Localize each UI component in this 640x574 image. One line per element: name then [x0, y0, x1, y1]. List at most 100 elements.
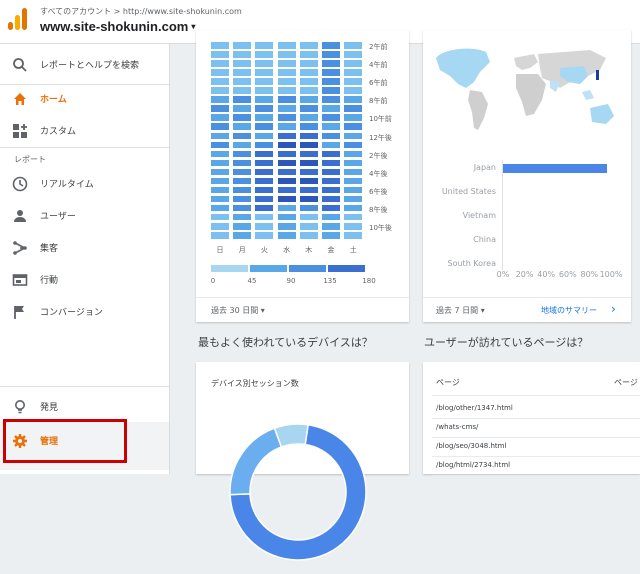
country-label: South Korea — [447, 259, 496, 268]
sidebar-item-label: カスタム — [40, 127, 77, 137]
heatmap-cell — [233, 60, 252, 67]
sidebar-item-custom[interactable]: カスタム — [0, 118, 169, 144]
page-link[interactable]: /whats-cms/ — [436, 423, 478, 431]
heatmap-cell — [255, 96, 274, 103]
heatmap-cell — [277, 141, 296, 149]
sidebar-item-conversions[interactable]: コンバージョン — [0, 299, 169, 325]
heatmap-cell — [233, 168, 252, 176]
donut-slice — [229, 427, 283, 496]
heatmap-cell — [344, 223, 363, 230]
country-label: Japan — [473, 163, 496, 172]
heatmap-cell — [211, 213, 229, 221]
heatmap-cell — [277, 195, 296, 203]
heatmap-cell — [233, 232, 252, 239]
heatmap-cell — [299, 96, 318, 103]
heatmap-cell — [277, 186, 296, 194]
heatmap-cell — [344, 87, 363, 94]
sidebar-item-realtime[interactable]: リアルタイム — [0, 171, 169, 197]
heatmap-cell — [322, 69, 340, 76]
divider — [423, 297, 631, 298]
heatmap-cell — [233, 87, 252, 94]
heatmap-cell — [299, 204, 318, 212]
heatmap-day-label: 月 — [238, 246, 246, 254]
country-label: Vietnam — [462, 211, 496, 220]
heatmap-cell — [233, 78, 252, 85]
heatmap-cell — [277, 232, 296, 239]
heatmap-cell — [277, 114, 296, 121]
heatmap-cell — [322, 114, 340, 121]
account-dropdown-icon[interactable]: ▾ — [191, 22, 195, 31]
divider — [432, 437, 640, 438]
heatmap-cell — [344, 213, 363, 221]
heatmap-cell — [277, 123, 296, 130]
clock-icon — [12, 176, 28, 192]
account-name[interactable]: www.site-shokunin.com — [40, 19, 188, 34]
heatmap-row-label: 10午後 — [369, 224, 392, 232]
legend-swatch — [211, 265, 248, 272]
breadcrumb[interactable]: すべてのアカウント > http://www.site-shokunin.com — [40, 6, 242, 17]
sidebar-item-discover[interactable]: 発見 — [0, 394, 169, 420]
legend-swatch — [328, 265, 365, 272]
page-link[interactable]: /blog/seo/3048.html — [436, 442, 506, 450]
page-link[interactable]: /blog/html/2734.html — [436, 461, 510, 469]
chevron-right-icon[interactable]: › — [611, 302, 616, 316]
sidebar-item-acquisition[interactable]: 集客 — [0, 235, 169, 261]
highlight-box — [3, 419, 127, 463]
sidebar-item-label: リアルタイム — [40, 180, 94, 190]
heatmap-cell — [233, 159, 252, 167]
heatmap-row-label: 2午前 — [369, 43, 388, 51]
person-icon — [14, 210, 26, 222]
legend-swatch — [250, 265, 287, 272]
search-icon — [13, 58, 27, 72]
heatmap-cell — [344, 114, 363, 121]
heatmap-cell — [299, 87, 318, 94]
heatmap-cell — [322, 223, 340, 230]
world-map — [436, 48, 614, 130]
heatmap-cell — [299, 150, 318, 158]
heatmap-cell — [344, 204, 363, 212]
heatmap-cell — [322, 150, 340, 158]
heatmap-cell — [299, 69, 318, 76]
breadcrumb-property[interactable]: http://www.site-shokunin.com — [123, 7, 242, 16]
heatmap-day-label: 木 — [305, 246, 313, 254]
heatmap-day-label: 土 — [349, 246, 357, 254]
pages-column-header-2: ページ — [614, 378, 638, 387]
heatmap-cell — [299, 159, 318, 167]
heatmap-date-range-dropdown[interactable]: 過去 30 日間 ▾ — [211, 305, 265, 316]
page-link[interactable]: /blog/other/1347.html — [436, 404, 513, 412]
heatmap-cell — [255, 168, 274, 176]
sidebar-item-home[interactable]: ホーム — [0, 86, 169, 112]
flag-icon — [14, 306, 24, 319]
sidebar-search-label[interactable]: レポートとヘルプを検索 — [40, 58, 139, 71]
heatmap-cell — [277, 168, 296, 176]
heatmap-cell — [277, 60, 296, 67]
geo-summary-link[interactable]: 地域のサマリー — [541, 305, 597, 316]
country-label: China — [473, 235, 496, 244]
heatmap-cell — [255, 204, 274, 212]
heatmap-cell — [322, 177, 340, 185]
geo-date-range-dropdown[interactable]: 過去 7 日間 ▾ — [436, 305, 485, 316]
sidebar-item-users[interactable]: ユーザー — [0, 203, 169, 229]
divider — [0, 147, 169, 148]
heatmap-cell — [277, 213, 296, 221]
heatmap-cell — [277, 42, 296, 49]
sidebar-search[interactable]: レポートとヘルプを検索 — [0, 52, 169, 78]
heatmap-row-label: 8午後 — [369, 205, 388, 214]
divider — [432, 395, 640, 396]
heatmap-cell — [211, 51, 229, 58]
legend-swatch — [289, 265, 326, 272]
heatmap-cell — [344, 60, 363, 67]
breadcrumb-account[interactable]: すべてのアカウント — [40, 7, 111, 16]
heatmap-cell — [344, 123, 363, 130]
sidebar-item-behavior[interactable]: 行動 — [0, 267, 169, 293]
heatmap-cell — [344, 105, 363, 112]
analytics-logo-icon[interactable] — [7, 6, 29, 30]
account-selector[interactable]: www.site-shokunin.com ▾ — [40, 19, 195, 34]
heatmap-cell — [255, 177, 274, 185]
sidebar-item-label: コンバージョン — [40, 308, 103, 318]
heatmap-cell — [211, 141, 229, 149]
heatmap-cell — [277, 69, 296, 76]
heatmap-cell — [255, 42, 274, 49]
heatmap-cell — [233, 105, 252, 112]
heatmap-cell — [233, 213, 252, 221]
